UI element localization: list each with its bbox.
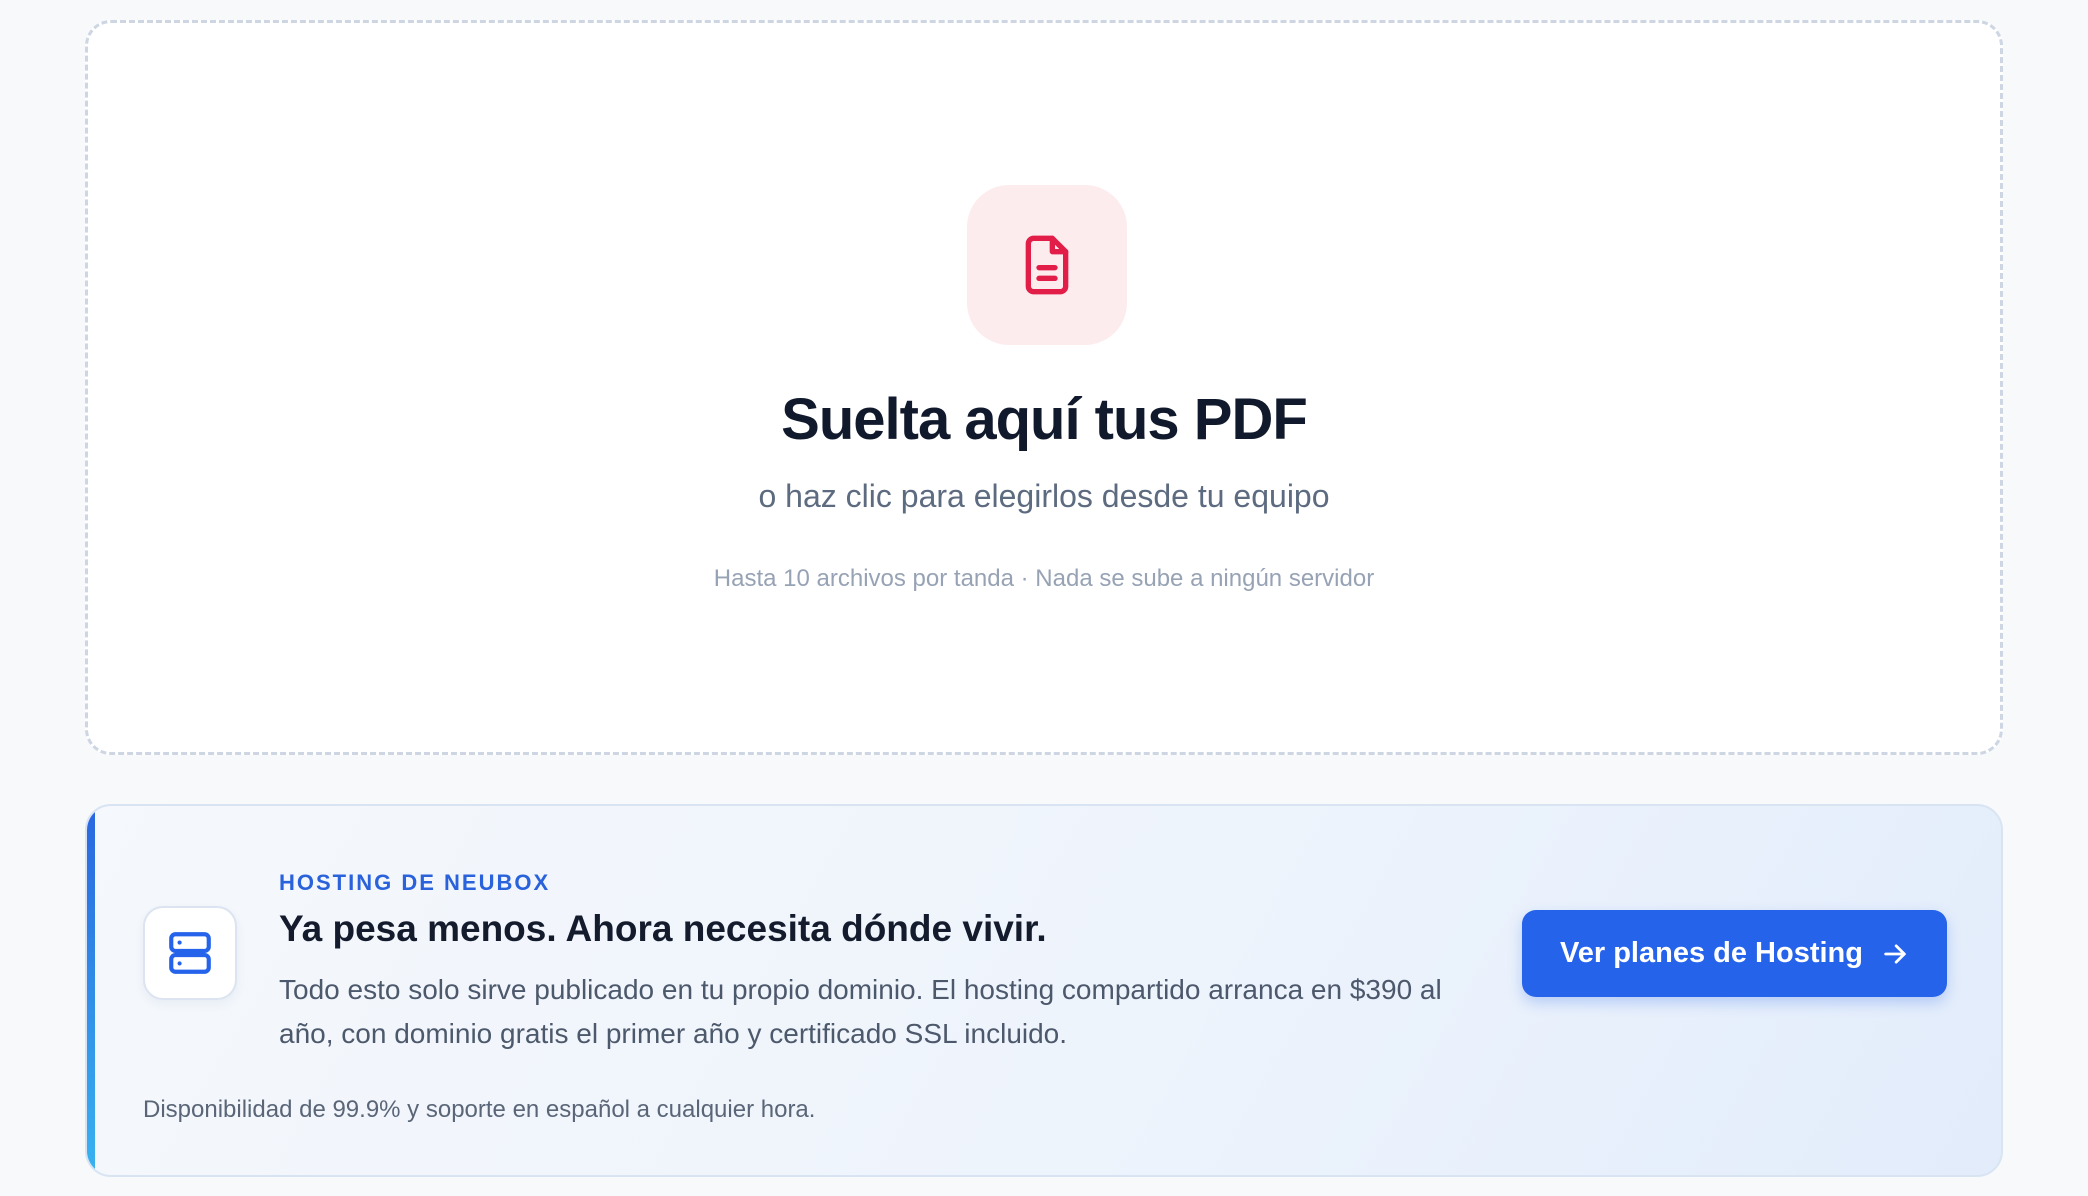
dropzone-note: Hasta 10 archivos por tanda · Nada se su… bbox=[713, 565, 1375, 592]
view-hosting-plans-button[interactable]: Ver planes de Hosting bbox=[1522, 910, 1947, 997]
cta-label: Ver planes de Hosting bbox=[1560, 937, 1863, 969]
promo-body: Todo esto solo sirve publicado en tu pro… bbox=[279, 974, 1442, 1049]
pdf-dropzone[interactable]: Suelta aquí tus PDF o haz clic para eleg… bbox=[85, 20, 2003, 755]
promo-accent-bar bbox=[87, 806, 95, 1175]
promo-headline: Ya pesa menos. Ahora necesita dónde vivi… bbox=[279, 908, 1047, 949]
hosting-promo-card: HOSTING DE NEUBOX Ya pesa menos. Ahora n… bbox=[85, 804, 2003, 1177]
arrow-right-icon bbox=[1884, 943, 1906, 964]
promo-eyebrow: HOSTING DE NEUBOX bbox=[279, 870, 551, 895]
page: Suelta aquí tus PDF o haz clic para eleg… bbox=[0, 0, 2088, 1196]
dropzone-title: Suelta aquí tus PDF bbox=[781, 387, 1308, 452]
file-text-icon bbox=[1025, 235, 1069, 295]
file-icon-badge bbox=[967, 185, 1127, 345]
promo-footnote: Disponibilidad de 99.9% y soporte en esp… bbox=[143, 1096, 816, 1123]
promo-icon-tile bbox=[143, 906, 237, 1000]
server-icon bbox=[169, 932, 211, 974]
dropzone-subtitle: o haz clic para elegirlos desde tu equip… bbox=[758, 478, 1330, 514]
